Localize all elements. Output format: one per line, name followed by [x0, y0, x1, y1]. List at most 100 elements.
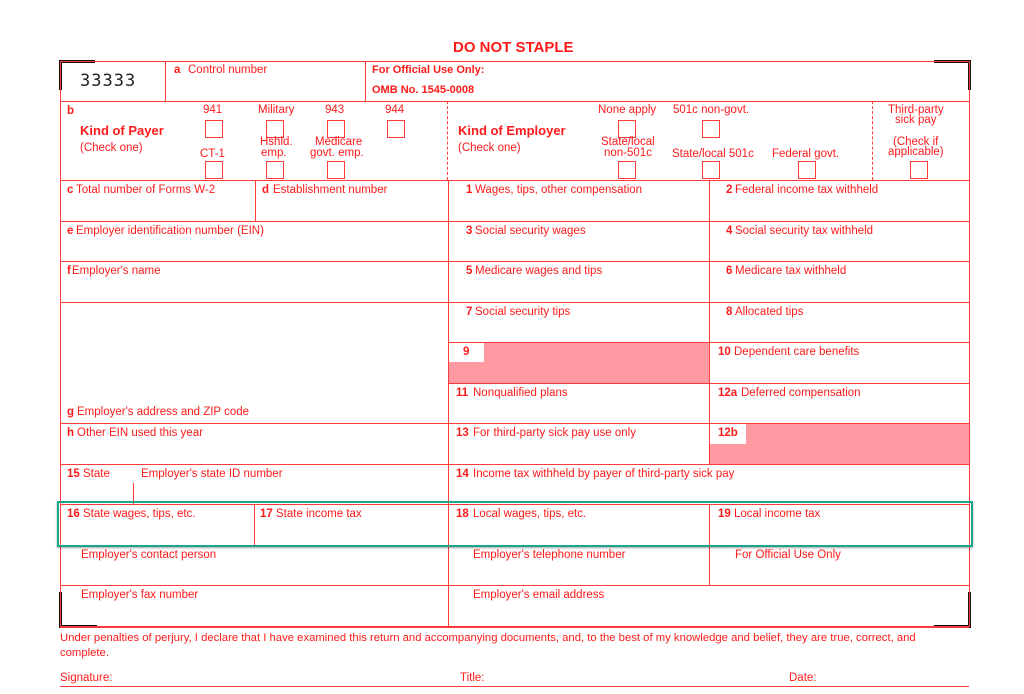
payer-hshld-label-2: emp. [261, 147, 287, 159]
third-party-checkbox[interactable] [910, 161, 928, 179]
employer-federal-checkbox[interactable] [798, 161, 816, 179]
employer-none-label: None apply [598, 104, 657, 116]
field-14-income-tax-third-party[interactable]: 14 Income tax withheld by payer of third… [449, 465, 969, 504]
form-code: 33333 [80, 71, 137, 91]
field-4-ss-tax[interactable]: 4 Social security tax withheld [710, 222, 969, 261]
field-12b-shaded [710, 424, 969, 464]
do-not-staple-heading: DO NOT STAPLE [453, 39, 574, 56]
field-5-medicare-wages[interactable]: 5 Medicare wages and tips [449, 262, 709, 302]
payer-medicare-label-2: govt. emp. [310, 147, 364, 159]
field-3-number: 3 [466, 225, 473, 237]
field-official-use-label: For Official Use Only [735, 549, 841, 561]
field-14-number: 14 [456, 468, 469, 480]
field-8-allocated-tips[interactable]: 8 Allocated tips [710, 303, 969, 342]
field-e-ein[interactable]: e Employer identification number (EIN) [61, 222, 448, 261]
field-12a-label: Deferred compensation [741, 387, 861, 399]
employer-statelocal-non501c-label-2: non-501c [604, 147, 652, 159]
field-9-shaded [449, 343, 709, 383]
field-official-use: For Official Use Only [710, 546, 969, 585]
field-12a-deferred-comp[interactable]: 12a Deferred compensation [710, 384, 969, 423]
field-c-letter: c [67, 184, 74, 196]
payer-hshld-checkbox[interactable] [266, 161, 284, 179]
date-line[interactable] [782, 686, 969, 687]
payer-941-checkbox[interactable] [205, 120, 223, 138]
field-15-state[interactable]: 15 State Employer's state ID number [61, 465, 448, 504]
field-g-employer-address[interactable]: g Employer's address and ZIP code [61, 303, 448, 423]
corner-mark-top-right [934, 60, 971, 90]
employer-501c-label: 501c non-govt. [673, 104, 750, 116]
employer-statelocal-501c-checkbox[interactable] [702, 161, 720, 179]
field-14-label: Income tax withheld by payer of third-pa… [473, 468, 735, 480]
field-4-label: Social security tax withheld [735, 225, 874, 237]
field-11-label: Nonqualified plans [473, 387, 568, 399]
field-7-number: 7 [466, 306, 473, 318]
field-email[interactable]: Employer's email address [449, 586, 969, 626]
payer-medicare-checkbox[interactable] [327, 161, 345, 179]
employer-federal-label: Federal govt. [772, 148, 840, 160]
employer-kind-title: Kind of Employer [458, 123, 566, 138]
date-label: Date: [789, 672, 817, 684]
field-1-number: 1 [466, 184, 473, 196]
field-2-number: 2 [726, 184, 733, 196]
perjury-statement-line2: complete. [60, 647, 109, 659]
form-border-bottom [60, 626, 969, 628]
field-10-dependent-care[interactable]: 10 Dependent care benefits [710, 343, 969, 383]
payer-943-label: 943 [325, 104, 345, 116]
title-label: Title: [460, 672, 485, 684]
field-11-nonqualified[interactable]: 11 Nonqualified plans [449, 384, 709, 423]
field-5-label: Medicare wages and tips [475, 265, 603, 277]
field-contact-person[interactable]: Employer's contact person [61, 546, 448, 585]
field-13-number: 13 [456, 427, 469, 439]
divider [365, 61, 366, 101]
field-8-number: 8 [726, 306, 733, 318]
payer-944-checkbox[interactable] [387, 120, 405, 138]
field-2-federal-tax[interactable]: 2 Federal income tax withheld [710, 181, 969, 221]
payer-letter: b [67, 105, 75, 117]
field-12a-number: 12a [718, 387, 738, 399]
payer-ct1-label: CT-1 [200, 148, 225, 160]
dashed-divider [447, 101, 448, 180]
payer-ct1-checkbox[interactable] [205, 161, 223, 179]
field-fax-number-label: Employer's fax number [81, 589, 199, 601]
field-3-ss-wages[interactable]: 3 Social security wages [449, 222, 709, 261]
payer-title: Kind of Payer [80, 123, 164, 138]
field-1-wages[interactable]: 1 Wages, tips, other compensation [449, 181, 709, 221]
employer-501c-checkbox[interactable] [702, 120, 720, 138]
employer-statelocal-non501c-checkbox[interactable] [618, 161, 636, 179]
field-f-employer-name[interactable]: f Employer's name [61, 262, 448, 302]
third-party-label-4: applicable) [888, 146, 944, 158]
payer-subtitle: (Check one) [80, 142, 143, 154]
field-h-other-ein[interactable]: h Other EIN used this year [61, 424, 448, 464]
field-d-label: Establishment number [273, 184, 388, 196]
field-4-number: 4 [726, 225, 733, 237]
perjury-statement-line1: Under penalties of perjury, I declare th… [60, 632, 916, 644]
field-9-number: 9 [449, 343, 484, 362]
field-h-label: Other EIN used this year [77, 427, 203, 439]
control-number-field[interactable]: a Control number [166, 62, 365, 101]
field-telephone-label: Employer's telephone number [473, 549, 626, 561]
field-13-third-party[interactable]: 13 For third-party sick pay use only [449, 424, 709, 464]
field-15-number: 15 [67, 468, 80, 480]
employer-kind-subtitle: (Check one) [458, 142, 521, 154]
field-6-medicare-tax[interactable]: 6 Medicare tax withheld [710, 262, 969, 302]
field-d-letter: d [262, 184, 270, 196]
payer-941-label: 941 [203, 104, 223, 116]
row-line [60, 101, 969, 102]
title-line[interactable] [452, 686, 782, 687]
field-telephone[interactable]: Employer's telephone number [449, 546, 709, 585]
field-d-establishment[interactable]: d Establishment number [256, 181, 448, 221]
field-contact-person-label: Employer's contact person [81, 549, 217, 561]
field-6-label: Medicare tax withheld [735, 265, 847, 277]
signature-label: Signature: [60, 672, 113, 684]
field-10-number: 10 [718, 346, 731, 358]
signature-line[interactable] [60, 686, 452, 687]
field-2-label: Federal income tax withheld [735, 184, 879, 196]
field-7-ss-tips[interactable]: 7 Social security tips [449, 303, 709, 342]
field-fax-number[interactable]: Employer's fax number [61, 586, 448, 626]
field-c-label: Total number of Forms W-2 [76, 184, 216, 196]
control-number-label: Control number [188, 64, 268, 76]
field-15-label: State [83, 468, 110, 480]
field-c-total-forms[interactable]: c Total number of Forms W-2 [61, 181, 255, 221]
field-13-label: For third-party sick pay use only [473, 427, 636, 439]
field-g-letter: g [67, 406, 75, 418]
